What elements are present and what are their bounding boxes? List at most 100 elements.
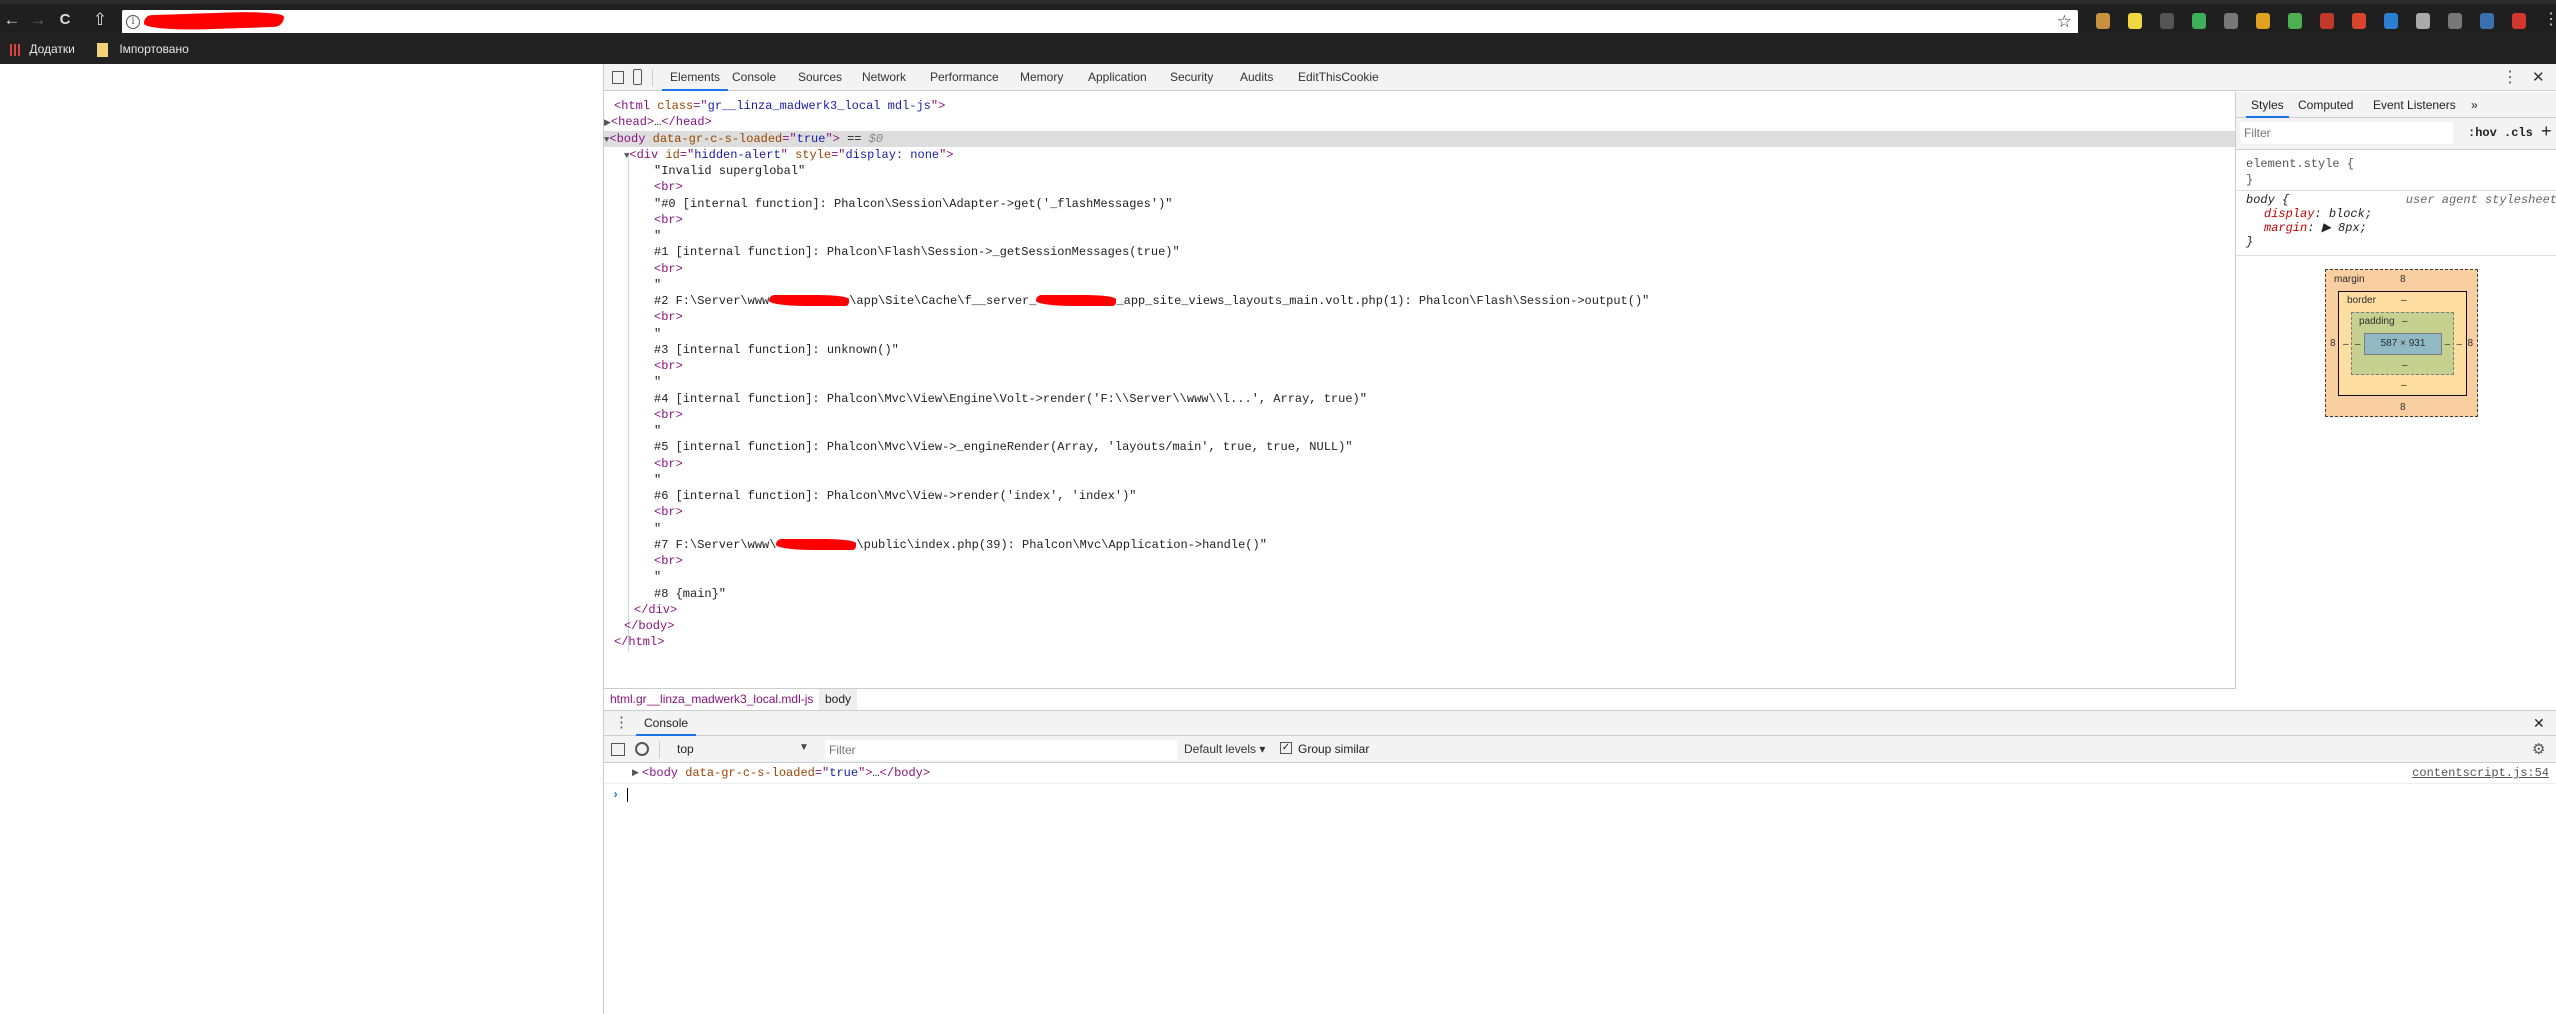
console-prompt[interactable]: › — [604, 785, 2556, 805]
bookmark-apps[interactable]: Додатки — [10, 41, 75, 57]
styles-filter-input[interactable] — [2240, 122, 2453, 144]
context-dropdown-icon[interactable]: ▼ — [799, 742, 809, 753]
lock-extension-icon[interactable] — [2160, 13, 2174, 29]
tab-console[interactable]: Console — [724, 64, 784, 91]
group-similar-checkbox[interactable]: ✓ — [1280, 742, 1292, 754]
hov-button[interactable]: :hov — [2468, 126, 2497, 140]
dom-node[interactable]: #8 {main}" — [604, 586, 2235, 602]
dom-node[interactable]: " — [604, 569, 2235, 585]
dashboard-extension-icon[interactable] — [2320, 13, 2334, 29]
dom-node-selected[interactable]: ▼<body data-gr-c-s-loaded="true"> == $0 — [604, 130, 2235, 147]
dom-node[interactable]: <br> — [604, 358, 2235, 374]
tab-styles[interactable]: Styles — [2246, 92, 2289, 118]
tab-editthiscookie[interactable]: EditThisCookie — [1290, 64, 1387, 91]
tab-audits[interactable]: Audits — [1232, 64, 1281, 91]
tab-console-drawer[interactable]: Console — [636, 711, 697, 736]
device-toolbar-icon[interactable] — [633, 69, 642, 85]
box-model-padding[interactable]: padding – – – – 587 × 931 — [2351, 312, 2454, 375]
circle-extension-icon[interactable] — [2384, 13, 2398, 29]
chrome-menu-button[interactable]: ⋮ — [2543, 10, 2556, 30]
dom-node[interactable]: <br> — [604, 261, 2235, 277]
console-message[interactable]: ▶ <body data-gr-c-s-loaded="true">…</bod… — [604, 763, 2556, 784]
cls-button[interactable]: .cls — [2504, 126, 2533, 140]
dom-node[interactable]: <br> — [604, 504, 2235, 520]
console-filter-input[interactable] — [825, 740, 1177, 760]
gear-extension-icon[interactable] — [2416, 13, 2430, 29]
dom-node[interactable]: #6 [internal function]: Phalcon\Mvc\View… — [604, 488, 2235, 504]
clear-console-icon[interactable] — [635, 742, 649, 756]
forward-button[interactable]: → — [28, 10, 48, 30]
drawer-menu-icon[interactable]: ⋮ — [614, 713, 629, 731]
property[interactable]: display: block; — [2246, 207, 2556, 221]
tab-elements[interactable]: Elements — [662, 64, 729, 91]
new-rule-button[interactable]: + — [2541, 121, 2552, 142]
info-icon[interactable]: i — [126, 15, 140, 29]
console-settings-icon[interactable]: ⚙ — [2532, 740, 2545, 758]
dom-node[interactable]: "Invalid superglobal" — [604, 163, 2235, 179]
tab-application[interactable]: Application — [1080, 64, 1155, 91]
wand-extension-icon[interactable] — [2352, 13, 2366, 29]
dom-node[interactable]: </div> — [604, 602, 2235, 618]
dom-node[interactable]: #1 [internal function]: Phalcon\Flash\Se… — [604, 244, 2235, 260]
dom-node[interactable]: #7 F:\Server\www\ \public\index.php(39): … — [604, 537, 2235, 553]
box-model-content[interactable]: 587 × 931 — [2364, 333, 2442, 355]
dom-node[interactable]: " — [604, 374, 2235, 390]
back-button[interactable]: ← — [2, 10, 22, 30]
dom-node[interactable]: " — [604, 326, 2235, 342]
close-drawer-icon[interactable]: ✕ — [2533, 715, 2545, 732]
bookmark-imported[interactable]: Імпортовано — [97, 41, 189, 57]
bookmark-star-icon[interactable]: ☆ — [2057, 12, 2072, 32]
dom-node[interactable]: ▶<head>…</head> — [604, 114, 2235, 130]
yandex-extension-icon[interactable] — [2512, 13, 2526, 29]
tab-memory[interactable]: Memory — [1012, 64, 1071, 91]
context-select[interactable]: top — [677, 742, 694, 756]
dom-node[interactable]: " — [604, 423, 2235, 439]
mail-extension-icon[interactable] — [2224, 13, 2238, 29]
tab-sources[interactable]: Sources — [790, 64, 850, 91]
dom-node[interactable]: " — [604, 228, 2235, 244]
dom-node[interactable]: "#0 [internal function]: Phalcon\Session… — [604, 196, 2235, 212]
e-extension-icon[interactable] — [2480, 13, 2494, 29]
cookie-extension-icon[interactable] — [2096, 13, 2110, 29]
breadcrumb-body[interactable]: body — [819, 689, 858, 710]
dom-node[interactable]: <html class="gr__linza_madwerk3_local md… — [604, 98, 2235, 114]
grammarly-extension-icon[interactable] — [2192, 13, 2206, 29]
devtools-menu-icon[interactable]: ⋮ — [2502, 64, 2518, 91]
reload-button[interactable]: C — [55, 10, 75, 30]
log-levels-dropdown[interactable]: Default levels ▾ — [1184, 742, 1265, 756]
shield-extension-icon[interactable] — [2288, 13, 2302, 29]
dom-node[interactable]: <br> — [604, 309, 2235, 325]
tab-computed[interactable]: Computed — [2298, 92, 2353, 118]
tab-security[interactable]: Security — [1162, 64, 1221, 91]
dom-node[interactable]: </html> — [604, 634, 2235, 650]
element-style-rule[interactable]: element.style { } — [2246, 156, 2354, 188]
dom-node[interactable]: #2 F:\Server\www \app\Site\Cache\f__serve… — [604, 293, 2235, 309]
dom-node[interactable]: ▼<div id="hidden-alert" style="display: … — [604, 147, 2235, 163]
dom-node[interactable]: <br> — [604, 179, 2235, 195]
body-ua-rule[interactable]: body { user agent stylesheet display: bl… — [2246, 193, 2556, 249]
dom-node[interactable]: " — [604, 521, 2235, 537]
console-message-text[interactable]: <body data-gr-c-s-loaded="true">…</body> — [642, 763, 930, 784]
box-model-margin[interactable]: margin 8 8 8 8 border – – – – padding – … — [2325, 269, 2478, 417]
dom-node[interactable]: <br> — [604, 212, 2235, 228]
sidebar-toggle-icon[interactable] — [611, 743, 625, 756]
download-extension-icon[interactable] — [2448, 13, 2462, 29]
tab-network[interactable]: Network — [854, 64, 914, 91]
dom-node[interactable]: #5 [internal function]: Phalcon\Mvc\View… — [604, 439, 2235, 455]
tab-performance[interactable]: Performance — [922, 64, 1007, 91]
dom-node[interactable]: " — [604, 277, 2235, 293]
expand-arrow-icon[interactable]: ▶ — [632, 763, 639, 784]
dom-node[interactable]: #4 [internal function]: Phalcon\Mvc\View… — [604, 391, 2235, 407]
notes-extension-icon[interactable] — [2128, 13, 2142, 29]
dom-node[interactable]: <br> — [604, 456, 2235, 472]
dom-node[interactable]: <br> — [604, 407, 2235, 423]
source-link[interactable]: contentscript.js:54 — [2412, 763, 2549, 784]
close-devtools-icon[interactable]: ✕ — [2532, 64, 2545, 91]
breadcrumb-html[interactable]: html.gr__linza_madwerk3_local.mdl-js — [610, 692, 813, 706]
property[interactable]: margin: ▶ 8px; — [2246, 221, 2556, 235]
address-bar[interactable]: i ☆ — [122, 10, 2078, 35]
dom-node[interactable]: </body> — [604, 618, 2235, 634]
dom-node[interactable]: #3 [internal function]: unknown()" — [604, 342, 2235, 358]
dom-node[interactable]: <br> — [604, 553, 2235, 569]
home-button[interactable]: ⇧ — [90, 10, 110, 30]
